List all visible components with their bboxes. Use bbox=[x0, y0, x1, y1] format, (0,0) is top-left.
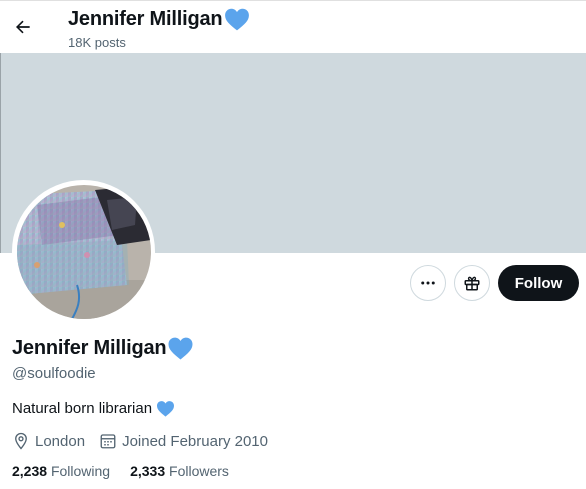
follow-button[interactable]: Follow bbox=[498, 265, 579, 301]
arrow-left-icon bbox=[16, 20, 30, 34]
blue-heart-icon bbox=[224, 7, 250, 31]
avatar[interactable] bbox=[12, 180, 155, 323]
location-text: London bbox=[35, 432, 86, 450]
followers-link[interactable]: 2,333 Followers bbox=[130, 463, 229, 479]
header-title: Jennifer Milligan bbox=[68, 7, 250, 31]
followers-count: 2,333 bbox=[130, 463, 166, 479]
following-link[interactable]: 2,238 Following bbox=[12, 463, 110, 479]
avatar-image bbox=[16, 184, 151, 319]
following-label: Following bbox=[50, 463, 111, 479]
bio-text: Natural born librarian bbox=[12, 400, 153, 417]
gift-icon bbox=[464, 276, 480, 291]
profile-name-row: Jennifer Milligan bbox=[12, 336, 194, 360]
blue-heart-icon bbox=[156, 400, 175, 417]
following-count: 2,238 bbox=[12, 463, 48, 479]
calendar-icon bbox=[100, 434, 116, 449]
back-button[interactable] bbox=[6, 10, 40, 44]
profile-handle: @soulfoodie bbox=[12, 365, 96, 382]
location-item: London bbox=[12, 432, 85, 450]
gift-button[interactable] bbox=[454, 265, 490, 301]
profile-stats: 2,238 Following 2,333 Followers bbox=[12, 463, 249, 479]
joined-item: Joined February 2010 bbox=[99, 432, 268, 450]
more-icon bbox=[421, 281, 435, 285]
profile-meta: London Joined February 2010 bbox=[12, 432, 282, 450]
location-pin-icon bbox=[15, 432, 27, 450]
more-button[interactable] bbox=[410, 265, 446, 301]
blue-heart-icon bbox=[167, 336, 194, 360]
joined-text: Joined February 2010 bbox=[122, 432, 268, 450]
followers-label: Followers bbox=[169, 463, 229, 479]
post-count: 18K posts bbox=[68, 35, 126, 50]
profile-bio: Natural born librarian bbox=[12, 400, 175, 417]
top-bar: Jennifer Milligan 18K posts bbox=[0, 0, 586, 53]
header-name: Jennifer Milligan bbox=[68, 7, 223, 30]
profile-name: Jennifer Milligan bbox=[12, 336, 167, 359]
